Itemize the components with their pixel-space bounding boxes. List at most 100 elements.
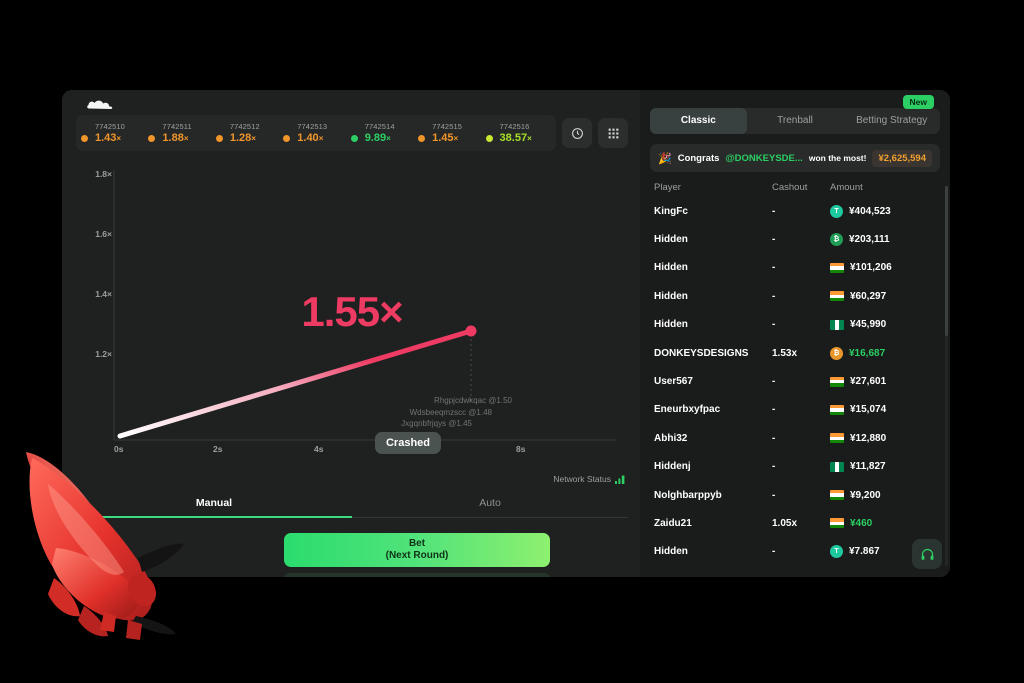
column-player: Player [654,182,681,193]
congrats-title: Congrats [677,152,720,164]
row-player: Hidden [654,546,688,558]
table-row[interactable]: Hidden - ¥60,297 [650,282,940,310]
row-player: Hidden [654,319,688,331]
row-cashout: 1.05x [772,517,798,529]
red-airplane-illustration [26,452,184,640]
congrats-amount: ¥2,625,594 [872,149,932,167]
table-row[interactable]: Hiddenj - ¥11,827 [650,453,940,481]
nigeria-flag-icon [830,319,844,330]
panel-tabs: New Classic Trenball Betting Strategy [650,95,940,134]
row-player: Zaidu21 [654,517,692,529]
crashed-status-badge: Crashed [374,432,442,454]
chart-canvas [113,170,616,441]
multiplier-chart: 1.8× 1.6× 1.4× 1.2× 0s 2s 4s 6s 8s Rhgpj… [76,158,628,476]
table-row[interactable]: Hidden - ₿ ¥203,111 [650,225,940,253]
round-status-dot [215,134,223,142]
row-cashout: - [772,319,776,331]
x-tick-8s: 8s [516,444,526,454]
round-multiplier: 1.88× [162,131,189,144]
history-round-7742511[interactable]: 7742511 1.88× [147,122,214,145]
column-amount: Amount [830,182,863,193]
row-amount-cell: ¥101,206 [830,262,936,273]
row-cashout: - [772,546,776,558]
round-status-dot [485,134,493,142]
row-cashout: 1.53x [772,347,798,359]
table-row[interactable]: Zaidu21 1.05x ¥460 [650,509,940,537]
history-round-7742516[interactable]: 7742516 38.57× [485,122,552,145]
row-player: Hidden [654,262,688,274]
scrollbar-thumb[interactable] [945,186,948,336]
india-flag-icon [830,262,844,273]
tab-trenball[interactable]: Trenball [747,108,844,134]
table-row[interactable]: Eneurbxyfpac - ¥15,074 [650,396,940,424]
round-status-dot [283,134,291,142]
round-multiplier: 1.43× [95,131,122,144]
bet-button-line2: (Next Round) [385,550,449,561]
x-tick-4s: 4s [314,444,324,454]
bet-button[interactable]: Bet (Next Round) [284,533,550,567]
table-row[interactable]: Hidden - ¥45,990 [650,311,940,339]
table-row[interactable]: Abhi32 - ¥12,880 [650,424,940,452]
row-cashout: - [772,376,776,388]
history-clock-button[interactable] [562,118,592,148]
panel-scrollbar[interactable] [945,186,948,566]
row-amount: ¥60,297 [850,290,887,302]
table-row[interactable]: DONKEYSDESIGNS 1.53x ₿ ¥16,687 [650,339,940,367]
table-row[interactable]: User567 - ¥27,601 [650,367,940,395]
tab-classic[interactable]: Classic [650,108,747,134]
row-amount: ¥7.867 [849,546,880,558]
tab-betting-strategy[interactable]: Betting Strategy [843,108,940,134]
round-multiplier: 1.28× [229,131,256,144]
row-cashout: - [772,262,776,274]
history-round-7742510[interactable]: 7742510 1.43× [80,122,147,145]
table-row[interactable]: Nolghbarppyb - ¥9,200 [650,481,940,509]
grid-dots-icon [608,128,618,138]
grid-menu-button[interactable] [598,118,628,148]
table-row[interactable]: KingFc - T ¥404,523 [650,197,940,225]
row-amount: ¥45,990 [850,319,887,331]
leaderboard-rows: KingFc - T ¥404,523 Hidden - ₿ ¥203,111 Hidden - ¥… [650,197,940,566]
history-round-7742513[interactable]: 7742513 1.40× [282,122,349,145]
history-round-7742514[interactable]: 7742514 9.89× [350,122,417,145]
row-amount-cell: ¥15,074 [830,404,936,415]
table-row[interactable]: Hidden - ¥101,206 [650,254,940,282]
row-amount-cell: ¥45,990 [830,319,936,330]
chart-annotation-2: Wdsbeeqmzscc @1.48 [409,408,492,417]
table-row[interactable]: Hidden - T ¥7.867 [650,538,940,566]
round-history-list[interactable]: 7742510 1.43× 7742511 1.88× 7742512 1.28× 7742… [76,115,556,151]
india-flag-icon [830,490,844,501]
congrats-banner[interactable]: 🎉 Congrats @DONKEYSDE... won the most! ¥… [650,144,940,172]
row-amount: ¥203,111 [849,234,890,246]
row-player: Hidden [654,290,688,302]
row-player: Hiddenj [654,461,691,473]
round-id: 7742516 [499,121,530,131]
row-player: Eneurbxyfpac [654,404,721,416]
y-tick-1.4: 1.4× [95,289,112,299]
signal-bars-icon [615,475,625,484]
row-amount-cell: ¥9,200 [830,490,936,501]
row-player: Abhi32 [654,432,688,444]
round-status-dot [350,134,358,142]
side-panel: New Classic Trenball Betting Strategy 🎉 … [640,90,950,577]
tab-auto[interactable]: Auto [352,490,628,517]
history-round-7742512[interactable]: 7742512 1.28× [215,122,282,145]
crypto-coin-icon: ₿ [830,233,843,247]
support-button[interactable] [912,539,942,569]
party-popper-icon: 🎉 [658,152,672,165]
y-tick-1.6: 1.6× [95,229,112,239]
history-round-7742515[interactable]: 7742515 1.45× [417,122,484,145]
y-tick-1.2: 1.2× [95,349,112,359]
row-amount: ¥27,601 [850,376,887,388]
row-cashout: - [772,234,776,246]
row-player: User567 [654,376,693,388]
round-id: 7742513 [297,121,328,131]
column-cashout: Cashout [772,182,808,193]
round-multiplier: 1.40× [297,131,324,144]
headphones-support-icon [921,548,933,560]
row-amount-cell: T ¥404,523 [830,204,936,218]
row-amount: ¥11,827 [850,461,886,473]
bet-button-line1: Bet [408,538,426,549]
row-amount-cell: ¥11,827 [830,461,936,472]
row-amount: ¥16,687 [849,347,886,359]
congrats-username: @DONKEYSDE... [725,152,803,164]
